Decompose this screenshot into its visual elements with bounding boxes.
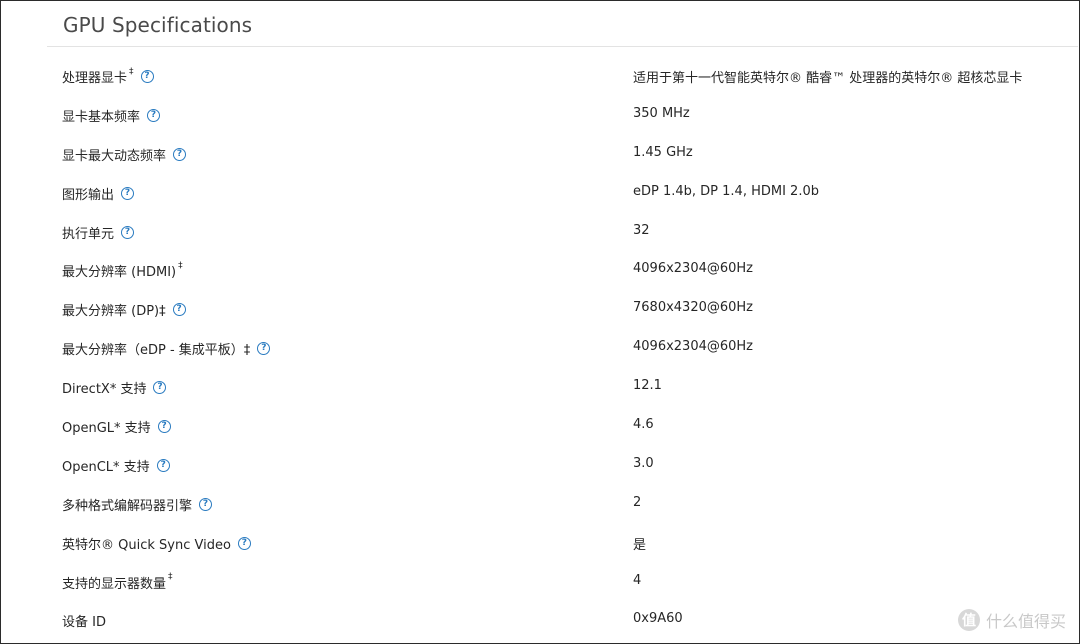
spec-row: 处理器显卡 ‡? 适用于第十一代智能英特尔® 酷睿™ 处理器的英特尔® 超核芯显卡 — [47, 56, 1078, 95]
spec-value: 3.0 — [633, 455, 654, 471]
spec-label-text: 最大分辨率（eDP - 集成平板）‡ — [62, 343, 251, 359]
spec-row: 图形输出? eDP 1.4b, DP 1.4, HDMI 2.0b — [47, 173, 1078, 212]
watermark: 值 什么值得买 — [957, 608, 1066, 632]
spec-label: 设备 ID — [62, 611, 106, 630]
spec-label: 显卡基本频率? — [62, 106, 161, 125]
section-title: GPU Specifications — [63, 13, 253, 37]
help-icon[interactable]: ? — [121, 186, 135, 200]
spec-value: 2 — [633, 494, 642, 510]
spec-row: 英特尔® Quick Sync Video? 是 — [47, 523, 1078, 562]
spec-row: 执行单元? 32 — [47, 212, 1078, 251]
spec-value: 4096x2304@60Hz — [633, 339, 754, 355]
spec-value: 0x9A60 — [633, 611, 683, 627]
spec-row: OpenGL* 支持? 4.6 — [47, 406, 1078, 445]
spec-label-text: OpenGL* 支持 — [62, 421, 151, 437]
help-icon[interactable]: ? — [173, 147, 187, 161]
spec-value: 12.1 — [633, 378, 662, 394]
spec-value: 350 MHz — [633, 105, 690, 121]
spec-label: DirectX* 支持? — [62, 378, 167, 398]
spec-row: 多种格式编解码器引擎? 2 — [47, 484, 1078, 523]
spec-value: 是 — [633, 537, 647, 553]
help-icon[interactable]: ? — [172, 303, 186, 317]
footnote-marker: ‡ — [168, 572, 173, 583]
spec-value: 适用于第十一代智能英特尔® 酷睿™ 处理器的英特尔® 超核芯显卡 — [633, 71, 1023, 86]
spec-label-text: 多种格式编解码器引擎 — [62, 498, 193, 514]
spec-row: 最大分辨率（eDP - 集成平板）‡? 4096x2304@60Hz — [47, 328, 1078, 367]
spec-label: 执行单元? — [62, 223, 135, 242]
spec-row: 显卡基本频率? 350 MHz — [47, 95, 1078, 134]
spec-label-text: 执行单元 — [62, 226, 115, 242]
spec-row: 显卡最大动态频率? 1.45 GHz — [47, 134, 1078, 173]
help-icon[interactable]: ? — [147, 108, 161, 122]
help-icon[interactable]: ? — [157, 420, 171, 434]
spec-value: 4096x2304@60Hz — [633, 261, 754, 277]
title-divider — [47, 46, 1078, 47]
spec-value: 32 — [633, 222, 650, 238]
spec-label: 支持的显示器数量 ‡ — [62, 572, 173, 592]
help-icon[interactable]: ? — [257, 342, 271, 356]
spec-label: 处理器显卡 ‡? — [62, 67, 154, 86]
spec-row: 设备 ID 0x9A60 — [47, 600, 1078, 639]
spec-label: OpenGL* 支持? — [62, 417, 171, 436]
spec-row: 最大分辨率 (DP)‡? 7680x4320@60Hz — [47, 289, 1078, 328]
spec-label-text: 处理器显卡 — [62, 71, 128, 86]
spec-value: 4 — [633, 572, 642, 588]
spec-label: 多种格式编解码器引擎? — [62, 495, 213, 514]
spec-label: 最大分辨率（eDP - 集成平板）‡? — [62, 339, 271, 359]
spec-value: eDP 1.4b, DP 1.4, HDMI 2.0b — [633, 183, 819, 199]
spec-label-text: DirectX* 支持 — [62, 382, 147, 398]
spec-label-text: 支持的显示器数量 — [62, 576, 167, 592]
footnote-marker: ‡ — [129, 66, 134, 77]
spec-row: 最大分辨率 (HDMI) ‡ 4096x2304@60Hz — [47, 250, 1078, 289]
spec-value: 1.45 GHz — [633, 144, 693, 160]
help-icon[interactable]: ? — [121, 225, 135, 239]
spec-label: OpenCL* 支持? — [62, 456, 170, 475]
spec-label-text: 英特尔® Quick Sync Video — [62, 537, 231, 553]
spec-value: 7680x4320@60Hz — [633, 300, 754, 316]
spec-label-text: OpenCL* 支持 — [62, 459, 150, 475]
watermark-text: 什么值得买 — [985, 612, 1066, 631]
spec-list: 处理器显卡 ‡? 适用于第十一代智能英特尔® 酷睿™ 处理器的英特尔® 超核芯显卡显… — [47, 56, 1078, 639]
spec-label: 英特尔® Quick Sync Video? — [62, 534, 251, 553]
spec-label-text: 设备 ID — [62, 615, 106, 631]
help-icon[interactable]: ? — [153, 381, 167, 395]
spec-label-text: 最大分辨率 (DP)‡ — [62, 304, 166, 320]
spec-label-text: 显卡基本频率 — [62, 109, 141, 125]
spec-row: 支持的显示器数量 ‡ 4 — [47, 562, 1078, 601]
help-icon[interactable]: ? — [140, 70, 154, 83]
spec-label-text: 显卡最大动态频率 — [62, 148, 167, 164]
spec-row: DirectX* 支持? 12.1 — [47, 367, 1078, 406]
spec-label: 显卡最大动态频率? — [62, 145, 187, 164]
spec-row: OpenCL* 支持? 3.0 — [47, 445, 1078, 484]
spec-label: 最大分辨率 (HDMI) ‡ — [62, 260, 183, 281]
spec-label-text: 最大分辨率 (HDMI) — [62, 265, 177, 281]
footnote-marker: ‡ — [178, 260, 183, 271]
gpu-spec-panel: GPU Specifications 处理器显卡 ‡? 适用于第十一代智能英特尔® … — [47, 0, 1078, 642]
spec-value: 4.6 — [633, 417, 654, 433]
help-icon[interactable]: ? — [156, 458, 170, 472]
help-icon[interactable]: ? — [199, 497, 213, 511]
spec-label: 最大分辨率 (DP)‡? — [62, 300, 186, 319]
help-icon[interactable]: ? — [237, 536, 251, 550]
spec-label-text: 图形输出 — [62, 187, 115, 203]
watermark-logo-icon: 值 — [957, 609, 980, 631]
spec-label: 图形输出? — [62, 184, 135, 203]
